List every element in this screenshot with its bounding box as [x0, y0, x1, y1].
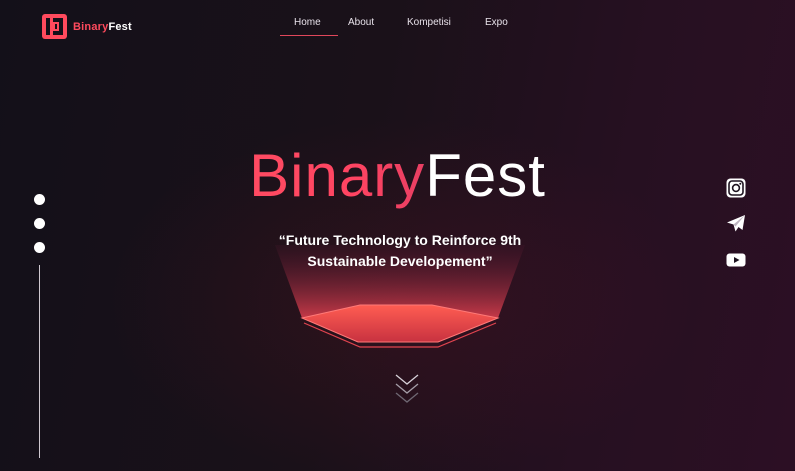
scroll-progress-line: [39, 265, 40, 458]
youtube-icon[interactable]: [726, 250, 746, 270]
main-nav: Home About Kompetisi Expo: [280, 17, 515, 38]
nav-about[interactable]: About: [348, 17, 407, 38]
chevrons-down-icon[interactable]: [394, 372, 420, 408]
section-dot-3[interactable]: [34, 242, 45, 253]
hero-title: BinaryFest: [249, 142, 546, 209]
instagram-icon[interactable]: [726, 178, 746, 198]
hero-tagline: “Future Technology to Reinforce 9th Sust…: [278, 232, 522, 269]
section-dot-2[interactable]: [34, 218, 45, 229]
telegram-icon[interactable]: [726, 214, 746, 234]
nav-home[interactable]: Home: [280, 17, 339, 38]
logo-text: BinaryFest: [73, 20, 132, 33]
logo-mark-icon: [42, 14, 67, 39]
logo[interactable]: BinaryFest: [42, 14, 132, 39]
nav-kompetisi[interactable]: Kompetisi: [407, 17, 485, 38]
social-links: [726, 178, 746, 270]
nav-expo[interactable]: Expo: [485, 17, 515, 38]
